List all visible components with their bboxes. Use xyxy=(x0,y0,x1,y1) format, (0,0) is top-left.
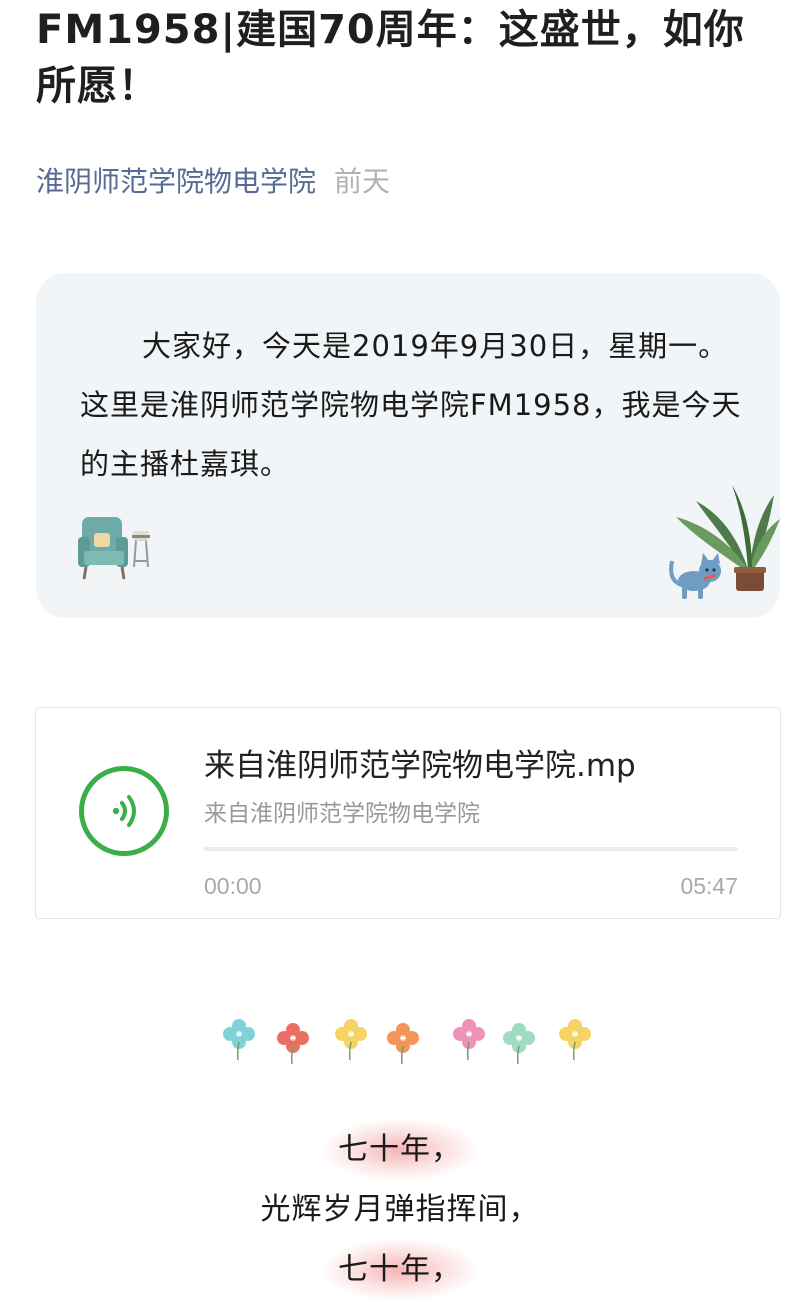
poem-line: 光辉岁月弹指挥间， xyxy=(260,1192,540,1227)
poem-line: 七十年， xyxy=(0,1120,800,1180)
audio-player-card[interactable]: 来自淮阴师范学院物电学院.mp 来自淮阴师范学院物电学院 00:00 05:47 xyxy=(35,707,781,919)
audio-play-button[interactable] xyxy=(79,766,169,856)
article-meta: 淮阴师范学院物电学院 前天 xyxy=(36,164,390,200)
audio-source: 来自淮阴师范学院物电学院 xyxy=(204,801,480,827)
armchair-icon xyxy=(78,517,150,580)
audio-title: 来自淮阴师范学院物电学院.mp xyxy=(204,748,636,784)
poem: 七十年， 光辉岁月弹指挥间， 七十年， xyxy=(0,1120,800,1300)
flower-icon xyxy=(387,1023,419,1065)
intro-card: 大家好，今天是2019年9月30日，星期一。这里是淮阴师范学院物电学院FM195… xyxy=(36,273,780,618)
flower-icon xyxy=(453,1019,485,1061)
audio-duration: 05:47 xyxy=(680,873,738,899)
article-title: FM1958|建国70周年：这盛世，如你所愿！ xyxy=(36,7,745,109)
account-name-link[interactable]: 淮阴师范学院物电学院 xyxy=(36,165,316,198)
publish-date: 前天 xyxy=(334,165,391,198)
sound-wave-icon xyxy=(112,795,136,827)
flower-divider xyxy=(222,1018,602,1066)
poem-line: 七十年， xyxy=(0,1240,800,1300)
flower-icon xyxy=(335,1019,367,1061)
flower-icon xyxy=(223,1019,255,1061)
intro-text: 大家好，今天是2019年9月30日，星期一。这里是淮阴师范学院物电学院FM195… xyxy=(80,329,742,481)
flower-icon xyxy=(503,1023,535,1065)
audio-current-time: 00:00 xyxy=(204,873,262,899)
audio-progress-bar[interactable] xyxy=(204,847,738,851)
cat-icon xyxy=(669,553,721,599)
flower-icon xyxy=(277,1023,309,1065)
flower-icon xyxy=(559,1019,591,1061)
